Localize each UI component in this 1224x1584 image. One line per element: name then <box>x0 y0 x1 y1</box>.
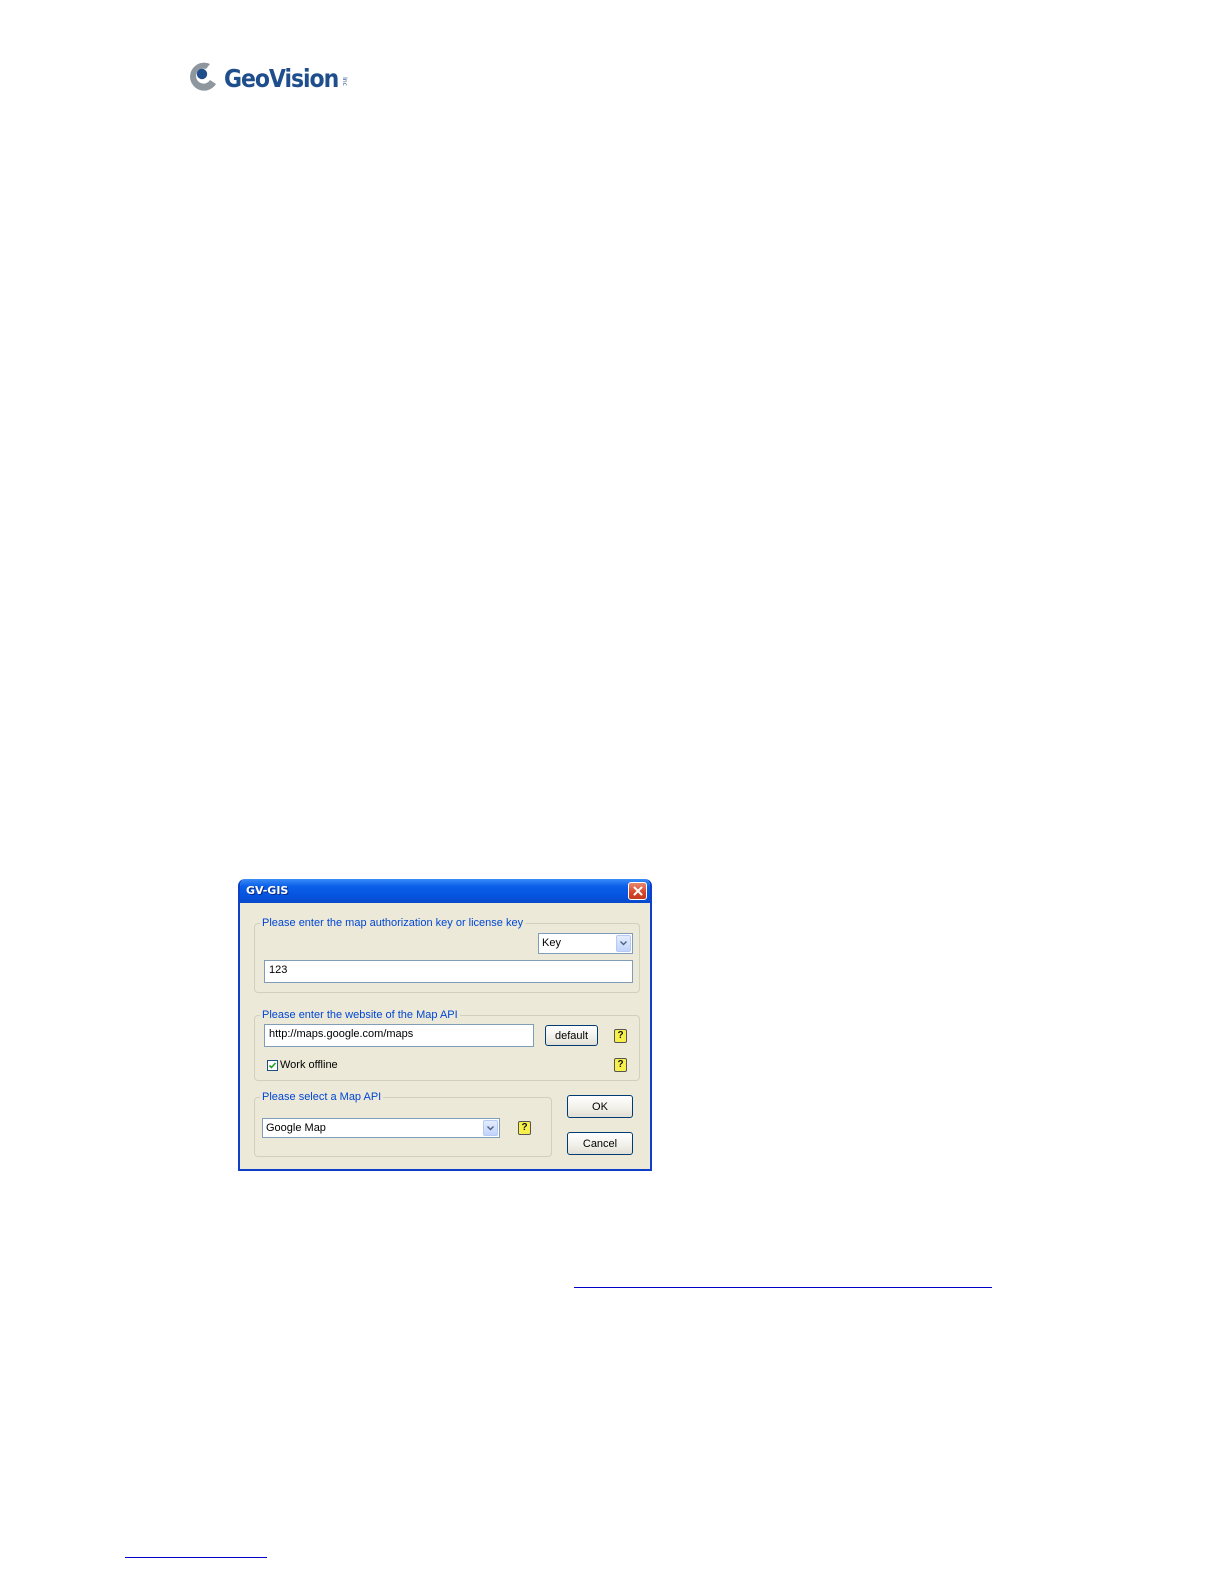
dialog-titlebar[interactable]: GV-GIS <box>240 879 650 903</box>
footnote-separator <box>125 1557 267 1558</box>
map-api-value: Google Map <box>266 1122 326 1134</box>
close-icon <box>633 886 642 896</box>
default-button[interactable]: default <box>545 1025 598 1046</box>
chevron-down-icon <box>616 935 631 952</box>
checkmark-icon <box>268 1062 277 1069</box>
website-group: Please enter the website of the Map API … <box>254 1009 640 1081</box>
logo-text: GeoVision <box>224 64 339 93</box>
dialog-title: GV-GIS <box>246 884 289 897</box>
help-icon[interactable]: ? <box>614 1029 627 1043</box>
api-group-legend: Please select a Map API <box>260 1091 384 1104</box>
close-button[interactable] <box>628 882 647 900</box>
ok-button[interactable]: OK <box>567 1095 633 1118</box>
help-icon[interactable]: ? <box>518 1121 531 1135</box>
gv-gis-dialog: GV-GIS Please enter the map authorizatio… <box>238 879 652 1171</box>
chevron-down-icon <box>483 1120 498 1136</box>
dialog-body: Please enter the map authorization key o… <box>240 903 650 1169</box>
api-group: Please select a Map API Google Map ? <box>254 1091 552 1157</box>
work-offline-checkbox[interactable] <box>267 1060 278 1071</box>
key-group: Please enter the map authorization key o… <box>254 917 640 993</box>
map-api-url-input[interactable]: http://maps.google.com/maps <box>264 1024 534 1047</box>
key-type-value: Key <box>542 937 561 949</box>
hyperlink-underline[interactable] <box>574 1287 992 1288</box>
key-input[interactable]: 123 <box>264 960 633 983</box>
key-group-legend: Please enter the map authorization key o… <box>260 917 526 930</box>
work-offline-label[interactable]: Work offline <box>280 1059 338 1071</box>
cancel-button[interactable]: Cancel <box>567 1132 633 1155</box>
key-type-select[interactable]: Key <box>538 933 633 954</box>
geovision-logo: GeoVision Inc <box>186 58 351 102</box>
logo-mark-icon <box>190 62 216 91</box>
map-api-select[interactable]: Google Map <box>262 1118 500 1138</box>
logo-inc: Inc <box>340 77 348 86</box>
website-group-legend: Please enter the website of the Map API <box>260 1009 460 1022</box>
help-icon[interactable]: ? <box>614 1058 627 1072</box>
